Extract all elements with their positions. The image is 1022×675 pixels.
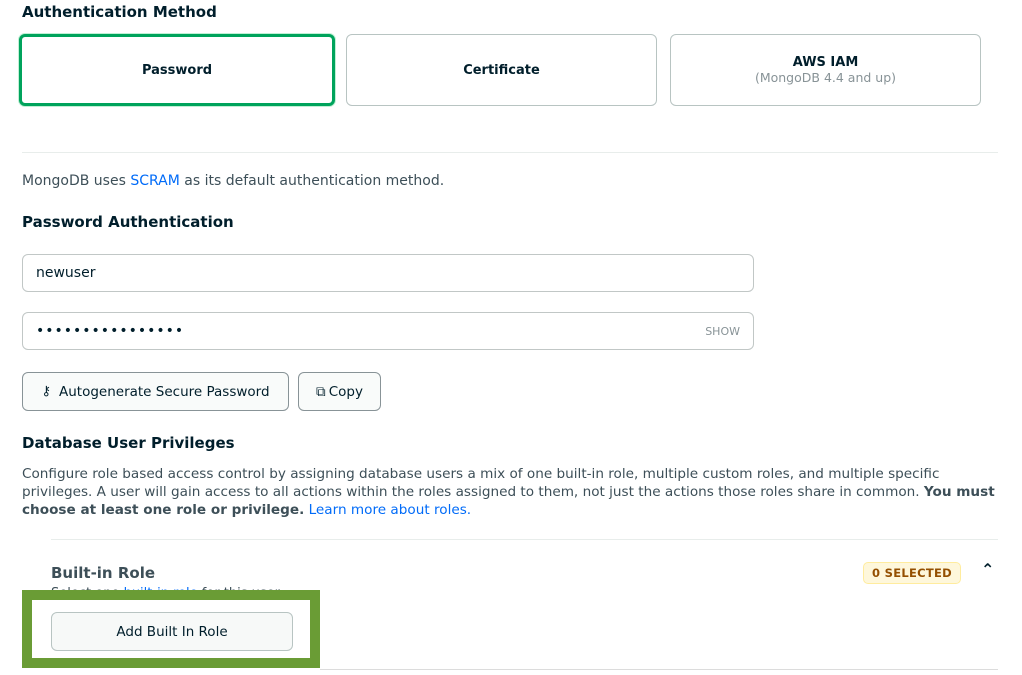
copy-button[interactable]: ⧉ Copy bbox=[298, 372, 381, 411]
card-label: Certificate bbox=[463, 62, 540, 78]
card-label: AWS IAM bbox=[792, 55, 859, 70]
divider bbox=[22, 152, 998, 153]
selected-count-badge: 0 SELECTED bbox=[863, 562, 962, 584]
privileges-heading: Database User Privileges bbox=[22, 434, 235, 452]
password-input[interactable]: •••••••••••••••• SHOW bbox=[22, 312, 754, 350]
chevron-up-icon[interactable]: ⌃ bbox=[981, 560, 994, 579]
auth-method-aws-iam[interactable]: AWS IAM (MongoDB 4.4 and up) bbox=[670, 34, 981, 106]
username-input[interactable]: newuser bbox=[22, 254, 754, 292]
password-auth-heading: Password Authentication bbox=[22, 213, 234, 231]
show-password-toggle[interactable]: SHOW bbox=[705, 325, 740, 338]
auth-method-certificate[interactable]: Certificate bbox=[346, 34, 657, 106]
copy-icon: ⧉ bbox=[316, 383, 326, 400]
privileges-description: Configure role based access control by a… bbox=[22, 466, 995, 518]
autogenerate-password-button[interactable]: ⚷ Autogenerate Secure Password bbox=[22, 372, 289, 411]
scram-link[interactable]: SCRAM bbox=[130, 173, 179, 189]
add-built-in-role-button[interactable]: Add Built In Role bbox=[51, 612, 293, 651]
learn-more-link[interactable]: Learn more about roles. bbox=[309, 502, 472, 518]
auth-method-heading: Authentication Method bbox=[22, 3, 217, 21]
builtin-role-title: Built-in Role bbox=[51, 564, 156, 582]
card-sublabel: (MongoDB 4.4 and up) bbox=[754, 70, 897, 85]
card-label: Password bbox=[141, 62, 213, 78]
scram-note: MongoDB uses SCRAM as its default authen… bbox=[22, 173, 445, 189]
divider bbox=[51, 539, 998, 540]
divider bbox=[320, 669, 998, 670]
auth-method-password[interactable]: Password bbox=[19, 34, 335, 106]
key-icon: ⚷ bbox=[41, 384, 51, 399]
